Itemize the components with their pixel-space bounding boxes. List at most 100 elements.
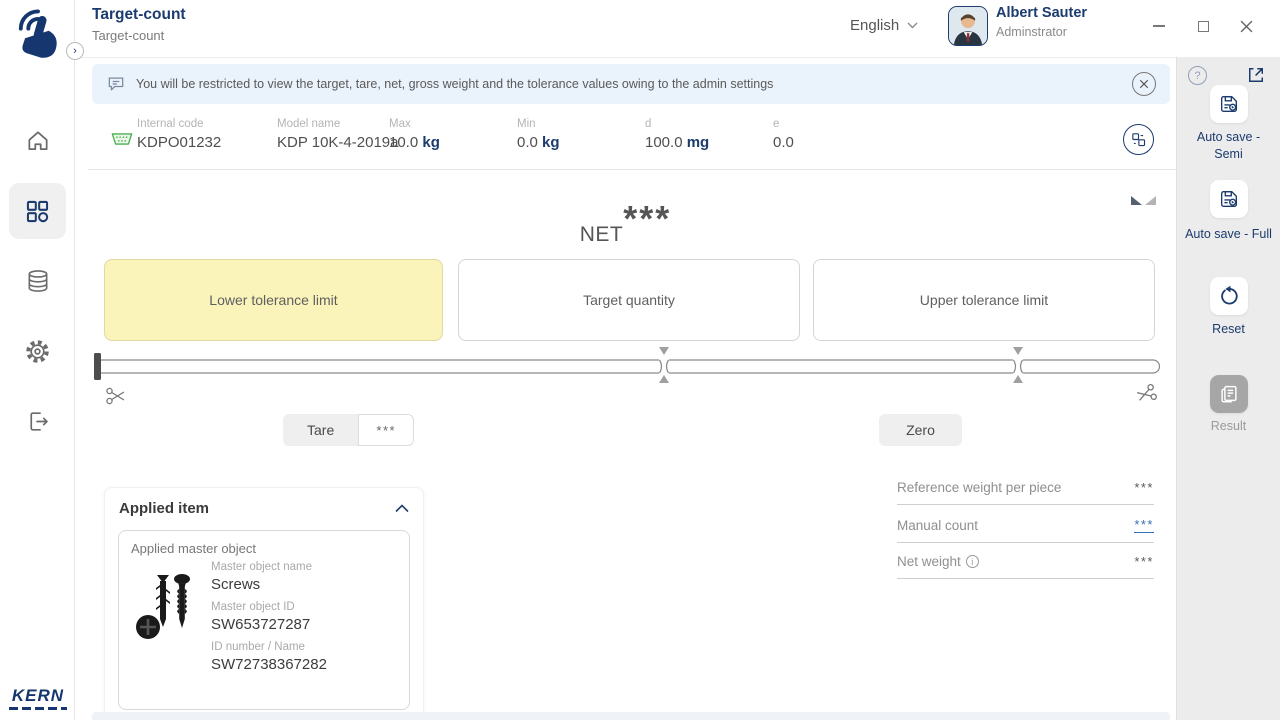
stability-indicator-icon xyxy=(1131,196,1156,205)
sidebar-item-home[interactable] xyxy=(9,113,66,169)
breadcrumb: Target-count xyxy=(92,28,186,43)
sidebar-expand-chevron[interactable]: › xyxy=(66,42,84,60)
result-label: Result xyxy=(1181,418,1276,435)
main-content: You will be restricted to view the targe… xyxy=(75,57,1176,720)
target-quantity-label: Target quantity xyxy=(583,292,675,308)
apps-grid-icon xyxy=(24,198,51,225)
zero-button[interactable]: Zero xyxy=(879,414,962,446)
window-close-button[interactable] xyxy=(1235,15,1257,37)
reset-button[interactable] xyxy=(1210,277,1248,315)
field-label: Model name xyxy=(277,118,398,130)
switch-device-button[interactable] xyxy=(1123,124,1154,155)
reference-weight-value: *** xyxy=(1134,480,1154,495)
device-field-min: Min 0.0 kg xyxy=(517,118,560,151)
target-quantity-box[interactable]: Target quantity xyxy=(458,259,800,341)
field-unit: mg xyxy=(687,134,710,151)
section-divider xyxy=(88,169,1176,170)
applied-item-section: Applied item Applied master object xyxy=(104,487,424,720)
sidebar-item-settings[interactable] xyxy=(9,323,66,379)
reference-weight-field[interactable]: Reference weight per piece *** xyxy=(897,480,1154,505)
maximize-icon xyxy=(1198,21,1209,32)
applied-item-title: Applied item xyxy=(119,500,209,517)
sidebar-item-applications[interactable] xyxy=(9,183,66,239)
kern-logo-text: KERN xyxy=(9,686,67,706)
field-label: Max xyxy=(389,118,440,130)
manual-count-field[interactable]: Manual count *** xyxy=(897,517,1154,543)
field-value: 0.0 xyxy=(517,134,538,151)
master-object-name-label: Master object name xyxy=(211,561,327,573)
user-avatar[interactable] xyxy=(948,6,988,46)
auto-save-full-button[interactable] xyxy=(1210,180,1248,218)
tare-value: *** xyxy=(358,414,414,446)
swap-icon xyxy=(1130,131,1147,148)
right-action-panel: ? Auto save - Semi xyxy=(1176,57,1280,720)
collapse-chevron-up-icon[interactable] xyxy=(395,504,409,513)
reset-label: Reset xyxy=(1181,321,1276,338)
field-value: KDP 10K-4-2019a xyxy=(277,134,398,151)
user-info[interactable]: Albert Sauter Adminstrator xyxy=(996,5,1087,39)
sidebar-item-logout[interactable] xyxy=(9,393,66,449)
title-block: Target-count Target-count xyxy=(92,6,186,43)
weight-display: NET*** xyxy=(75,208,1176,250)
minimize-icon xyxy=(1153,25,1165,27)
page-title: Target-count xyxy=(92,6,186,24)
chevron-down-icon xyxy=(907,22,918,29)
master-object-image xyxy=(127,561,201,651)
sidebar-item-database[interactable] xyxy=(9,253,66,309)
help-button[interactable]: ? xyxy=(1188,66,1207,85)
info-icon: i xyxy=(966,555,979,568)
lower-tolerance-box[interactable]: Lower tolerance limit xyxy=(104,259,443,341)
slider-handle[interactable] xyxy=(94,353,101,380)
database-icon xyxy=(25,268,51,294)
auto-save-semi-label: Auto save - Semi xyxy=(1181,129,1276,163)
net-weight-field[interactable]: Net weight i *** xyxy=(897,554,1154,579)
field-label: d xyxy=(645,118,709,130)
expand-fullscreen-button[interactable] xyxy=(1246,65,1266,85)
field-value: 0.0 xyxy=(773,134,794,151)
save-semi-icon xyxy=(1218,93,1240,115)
id-number-name-label: ID number / Name xyxy=(211,641,327,653)
manual-count-value[interactable]: *** xyxy=(1134,517,1154,533)
restriction-banner: You will be restricted to view the targe… xyxy=(92,64,1170,104)
tare-button[interactable]: Tare *** xyxy=(283,414,414,446)
auto-save-semi-button[interactable] xyxy=(1210,85,1248,123)
field-label: e xyxy=(773,118,794,130)
result-icon xyxy=(1218,383,1240,405)
banner-close-button[interactable] xyxy=(1132,72,1156,96)
weight-value: *** xyxy=(623,198,671,239)
app-logo-touch-count-icon xyxy=(10,6,66,62)
upper-tolerance-box[interactable]: Upper tolerance limit xyxy=(813,259,1155,341)
master-object-id-value: SW653727287 xyxy=(211,616,327,633)
upper-tolerance-label: Upper tolerance limit xyxy=(920,292,1048,308)
window-maximize-button[interactable] xyxy=(1192,15,1214,37)
zero-label: Zero xyxy=(906,422,935,438)
field-value: 10.0 xyxy=(389,134,418,151)
top-header: Target-count Target-count English Albert… xyxy=(75,0,1280,57)
app-window: › xyxy=(0,0,1280,720)
tolerance-slider[interactable] xyxy=(94,346,1162,388)
window-minimize-button[interactable] xyxy=(1148,15,1170,37)
device-field-max: Max 10.0 kg xyxy=(389,118,440,151)
device-field-model-name: Model name KDP 10K-4-2019a xyxy=(277,118,398,151)
horizontal-scrollbar[interactable] xyxy=(92,712,1170,720)
tare-label[interactable]: Tare xyxy=(283,414,358,446)
field-label: Internal code xyxy=(137,118,221,130)
lower-tolerance-label: Lower tolerance limit xyxy=(209,292,337,308)
field-unit: kg xyxy=(542,134,560,151)
home-icon xyxy=(25,128,51,154)
reference-weight-label: Reference weight per piece xyxy=(897,480,1061,495)
device-field-d: d 100.0 mg xyxy=(645,118,709,151)
user-name: Albert Sauter xyxy=(996,5,1087,21)
scissors-left-icon xyxy=(105,385,127,407)
expand-icon xyxy=(1246,65,1266,85)
language-selector[interactable]: English xyxy=(850,17,918,34)
net-weight-label: Net weight xyxy=(897,554,961,569)
weight-mode-label: NET xyxy=(580,223,624,246)
logout-icon xyxy=(25,409,50,434)
auto-save-full-label: Auto save - Full xyxy=(1181,226,1276,243)
device-field-e: e 0.0 xyxy=(773,118,794,151)
gear-icon xyxy=(24,338,51,365)
manual-count-label: Manual count xyxy=(897,518,978,533)
net-weight-value: *** xyxy=(1134,554,1154,569)
master-object-name-value: Screws xyxy=(211,576,327,593)
